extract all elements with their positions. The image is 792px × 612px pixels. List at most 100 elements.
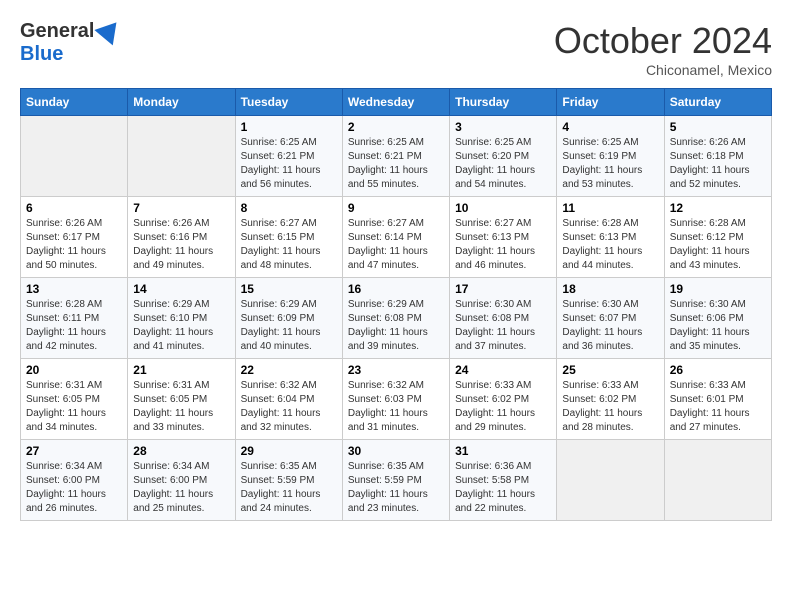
- day-number: 26: [670, 363, 766, 377]
- location-subtitle: Chiconamel, Mexico: [554, 62, 772, 78]
- day-number: 1: [241, 120, 337, 134]
- calendar-cell: 2 Sunrise: 6:25 AMSunset: 6:21 PMDaylight…: [342, 116, 449, 197]
- day-number: 7: [133, 201, 229, 215]
- month-title: October 2024: [554, 20, 772, 62]
- calendar-week-3: 13 Sunrise: 6:28 AMSunset: 6:11 PMDayligh…: [21, 278, 772, 359]
- calendar-cell: 22 Sunrise: 6:32 AMSunset: 6:04 PMDayligh…: [235, 359, 342, 440]
- calendar-cell: 7 Sunrise: 6:26 AMSunset: 6:16 PMDaylight…: [128, 197, 235, 278]
- logo-general-text: General: [20, 20, 94, 43]
- header-sunday: Sunday: [21, 89, 128, 116]
- day-number: 15: [241, 282, 337, 296]
- calendar-cell: [557, 440, 664, 521]
- day-info: Sunrise: 6:26 AMSunset: 6:18 PMDaylight:…: [670, 136, 766, 192]
- page-header: General Blue October 2024 Chiconamel, Me…: [20, 20, 772, 78]
- day-number: 16: [348, 282, 444, 296]
- day-info: Sunrise: 6:28 AMSunset: 6:13 PMDaylight:…: [562, 217, 658, 273]
- day-number: 31: [455, 444, 551, 458]
- day-info: Sunrise: 6:25 AMSunset: 6:19 PMDaylight:…: [562, 136, 658, 192]
- day-number: 13: [26, 282, 122, 296]
- day-number: 3: [455, 120, 551, 134]
- day-number: 17: [455, 282, 551, 296]
- day-number: 28: [133, 444, 229, 458]
- day-info: Sunrise: 6:33 AMSunset: 6:02 PMDaylight:…: [562, 379, 658, 435]
- calendar-cell: 4 Sunrise: 6:25 AMSunset: 6:19 PMDaylight…: [557, 116, 664, 197]
- calendar-cell: 20Sunrise: 6:31 AMSunset: 6:05 PMDayligh…: [21, 359, 128, 440]
- calendar-week-2: 6 Sunrise: 6:26 AMSunset: 6:17 PMDaylight…: [21, 197, 772, 278]
- title-block: October 2024 Chiconamel, Mexico: [554, 20, 772, 78]
- header-wednesday: Wednesday: [342, 89, 449, 116]
- day-number: 9: [348, 201, 444, 215]
- day-info: Sunrise: 6:32 AMSunset: 6:04 PMDaylight:…: [241, 379, 337, 435]
- calendar-cell: 30 Sunrise: 6:35 AMSunset: 5:59 PMDayligh…: [342, 440, 449, 521]
- day-number: 2: [348, 120, 444, 134]
- day-info: Sunrise: 6:25 AMSunset: 6:20 PMDaylight:…: [455, 136, 551, 192]
- day-info: Sunrise: 6:27 AMSunset: 6:15 PMDaylight:…: [241, 217, 337, 273]
- day-number: 29: [241, 444, 337, 458]
- day-info: Sunrise: 6:29 AMSunset: 6:08 PMDaylight:…: [348, 298, 444, 354]
- day-number: 25: [562, 363, 658, 377]
- day-info: Sunrise: 6:32 AMSunset: 6:03 PMDaylight:…: [348, 379, 444, 435]
- day-info: Sunrise: 6:30 AMSunset: 6:06 PMDaylight:…: [670, 298, 766, 354]
- day-info: Sunrise: 6:27 AMSunset: 6:13 PMDaylight:…: [455, 217, 551, 273]
- day-info: Sunrise: 6:33 AMSunset: 6:01 PMDaylight:…: [670, 379, 766, 435]
- calendar-week-1: 1 Sunrise: 6:25 AMSunset: 6:21 PMDaylight…: [21, 116, 772, 197]
- day-info: Sunrise: 6:30 AMSunset: 6:08 PMDaylight:…: [455, 298, 551, 354]
- calendar-cell: [664, 440, 771, 521]
- calendar-cell: 12 Sunrise: 6:28 AMSunset: 6:12 PMDayligh…: [664, 197, 771, 278]
- header-saturday: Saturday: [664, 89, 771, 116]
- calendar-cell: 10 Sunrise: 6:27 AMSunset: 6:13 PMDayligh…: [450, 197, 557, 278]
- day-number: 5: [670, 120, 766, 134]
- day-info: Sunrise: 6:26 AMSunset: 6:16 PMDaylight:…: [133, 217, 229, 273]
- calendar-cell: 18 Sunrise: 6:30 AMSunset: 6:07 PMDayligh…: [557, 278, 664, 359]
- day-number: 19: [670, 282, 766, 296]
- day-info: Sunrise: 6:34 AMSunset: 6:00 PMDaylight:…: [26, 460, 122, 516]
- day-number: 20: [26, 363, 122, 377]
- calendar-cell: 6 Sunrise: 6:26 AMSunset: 6:17 PMDaylight…: [21, 197, 128, 278]
- calendar-header-row: SundayMondayTuesdayWednesdayThursdayFrid…: [21, 89, 772, 116]
- day-number: 18: [562, 282, 658, 296]
- calendar-cell: [128, 116, 235, 197]
- calendar-cell: 27Sunrise: 6:34 AMSunset: 6:00 PMDayligh…: [21, 440, 128, 521]
- day-number: 30: [348, 444, 444, 458]
- day-info: Sunrise: 6:29 AMSunset: 6:10 PMDaylight:…: [133, 298, 229, 354]
- day-number: 22: [241, 363, 337, 377]
- calendar-cell: 13 Sunrise: 6:28 AMSunset: 6:11 PMDayligh…: [21, 278, 128, 359]
- calendar-cell: 28Sunrise: 6:34 AMSunset: 6:00 PMDayligh…: [128, 440, 235, 521]
- day-info: Sunrise: 6:27 AMSunset: 6:14 PMDaylight:…: [348, 217, 444, 273]
- day-number: 24: [455, 363, 551, 377]
- day-info: Sunrise: 6:26 AMSunset: 6:17 PMDaylight:…: [26, 217, 122, 273]
- calendar-table: SundayMondayTuesdayWednesdayThursdayFrid…: [20, 88, 772, 521]
- calendar-cell: 24 Sunrise: 6:33 AMSunset: 6:02 PMDayligh…: [450, 359, 557, 440]
- day-number: 23: [348, 363, 444, 377]
- day-number: 21: [133, 363, 229, 377]
- day-info: Sunrise: 6:35 AMSunset: 5:59 PMDaylight:…: [241, 460, 337, 516]
- day-info: Sunrise: 6:28 AMSunset: 6:12 PMDaylight:…: [670, 217, 766, 273]
- calendar-cell: 17 Sunrise: 6:30 AMSunset: 6:08 PMDayligh…: [450, 278, 557, 359]
- day-number: 6: [26, 201, 122, 215]
- day-number: 10: [455, 201, 551, 215]
- day-info: Sunrise: 6:30 AMSunset: 6:07 PMDaylight:…: [562, 298, 658, 354]
- day-info: Sunrise: 6:35 AMSunset: 5:59 PMDaylight:…: [348, 460, 444, 516]
- day-info: Sunrise: 6:33 AMSunset: 6:02 PMDaylight:…: [455, 379, 551, 435]
- calendar-cell: 8 Sunrise: 6:27 AMSunset: 6:15 PMDaylight…: [235, 197, 342, 278]
- day-info: Sunrise: 6:25 AMSunset: 6:21 PMDaylight:…: [241, 136, 337, 192]
- calendar-cell: 14 Sunrise: 6:29 AMSunset: 6:10 PMDayligh…: [128, 278, 235, 359]
- calendar-cell: 21Sunrise: 6:31 AMSunset: 6:05 PMDayligh…: [128, 359, 235, 440]
- calendar-cell: 19 Sunrise: 6:30 AMSunset: 6:06 PMDayligh…: [664, 278, 771, 359]
- day-info: Sunrise: 6:28 AMSunset: 6:11 PMDaylight:…: [26, 298, 122, 354]
- day-number: 11: [562, 201, 658, 215]
- header-thursday: Thursday: [450, 89, 557, 116]
- calendar-week-5: 27Sunrise: 6:34 AMSunset: 6:00 PMDayligh…: [21, 440, 772, 521]
- calendar-cell: [21, 116, 128, 197]
- calendar-week-4: 20Sunrise: 6:31 AMSunset: 6:05 PMDayligh…: [21, 359, 772, 440]
- logo-blue-text: Blue: [20, 43, 63, 65]
- day-info: Sunrise: 6:29 AMSunset: 6:09 PMDaylight:…: [241, 298, 337, 354]
- day-number: 12: [670, 201, 766, 215]
- day-number: 8: [241, 201, 337, 215]
- header-friday: Friday: [557, 89, 664, 116]
- day-info: Sunrise: 6:25 AMSunset: 6:21 PMDaylight:…: [348, 136, 444, 192]
- day-info: Sunrise: 6:36 AMSunset: 5:58 PMDaylight:…: [455, 460, 551, 516]
- day-number: 14: [133, 282, 229, 296]
- day-number: 4: [562, 120, 658, 134]
- header-monday: Monday: [128, 89, 235, 116]
